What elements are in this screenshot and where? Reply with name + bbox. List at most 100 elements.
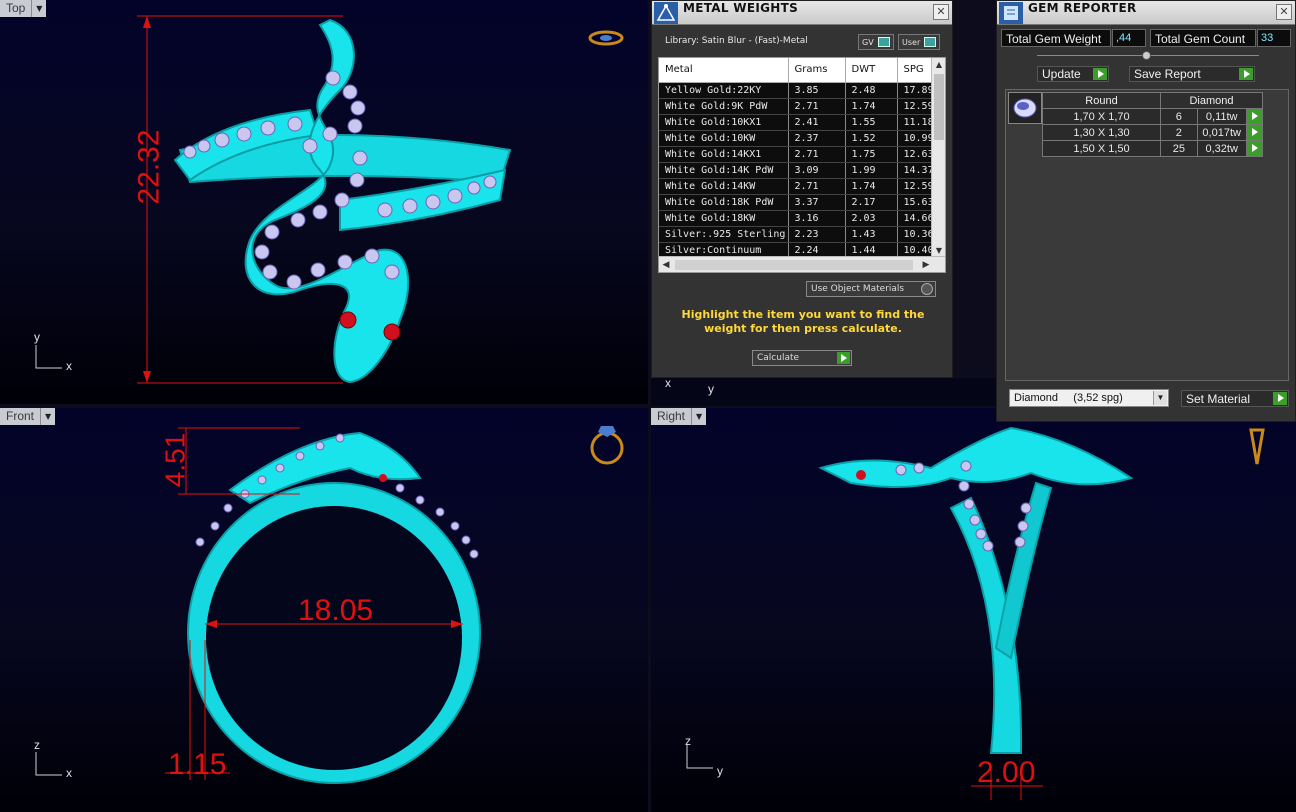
update-button[interactable]: Update — [1037, 66, 1109, 82]
axis-x-label: x — [665, 376, 671, 390]
column-header-grams[interactable]: Grams — [788, 58, 846, 83]
gem-size: 1,50 X 1,50 — [1042, 140, 1161, 157]
gem-list[interactable]: Round Diamond 1,70 X 1,70 6 0,11tw 1,30 … — [1005, 89, 1289, 381]
viewport-menu-arrow-icon[interactable]: ▼ — [692, 408, 707, 425]
close-icon[interactable]: ✕ — [1276, 4, 1292, 20]
dimension-shank-width-label: 2.00 — [977, 756, 1036, 789]
gv-toggle[interactable]: GV — [858, 34, 894, 50]
spg: 12.59 — [897, 98, 935, 115]
material-select[interactable]: Diamond (3,52 spg) ▼ — [1009, 389, 1169, 407]
dwt: 1.43 — [845, 226, 898, 243]
toggle-circle-icon — [921, 283, 933, 295]
gem-count: 2 — [1160, 124, 1198, 141]
play-arrow-icon — [1273, 392, 1287, 405]
viewport-menu-arrow-icon[interactable]: ▼ — [32, 0, 47, 17]
metal-weights-header: METAL WEIGHTS ✕ — [652, 1, 952, 25]
viewport-right[interactable]: Right ▼ 2.00 z y — [651, 408, 1296, 812]
grams: 3.09 — [788, 162, 846, 179]
table-row[interactable]: White Gold:18K PdW 3.37 2.17 15.63 — [659, 194, 935, 211]
play-arrow-icon — [1239, 68, 1253, 80]
total-gem-count-label: Total Gem Count — [1150, 29, 1256, 47]
table-row[interactable]: White Gold:14K PdW 3.09 1.99 14.37 — [659, 162, 935, 179]
metal-weights-table: Metal Grams DWT SPG Yellow Gold:22KY 3.85… — [659, 58, 935, 259]
table-row[interactable]: White Gold:10KX1 2.41 1.55 11.18 — [659, 114, 935, 131]
table-row[interactable]: White Gold:14KW 2.71 1.74 12.59 — [659, 178, 935, 195]
metal-weights-title: METAL WEIGHTS — [683, 1, 799, 15]
metal-weights-table-container[interactable]: Metal Grams DWT SPG Yellow Gold:22KY 3.85… — [658, 57, 946, 273]
table-row[interactable]: White Gold:14KX1 2.71 1.75 12.63 — [659, 146, 935, 163]
play-arrow-icon — [1093, 68, 1107, 80]
viewport-tab-top[interactable]: Top ▼ — [0, 0, 47, 17]
gem-reporter-header: GEM REPORTER ✕ — [997, 1, 1295, 25]
viewport-top[interactable]: Top ▼ 22.32 y x — [0, 0, 648, 404]
column-header-shape: Round — [1042, 92, 1161, 109]
viewport-tab-front[interactable]: Front ▼ — [0, 408, 56, 425]
spg: 12.59 — [897, 178, 935, 195]
chevron-down-icon[interactable]: ▼ — [1153, 391, 1167, 405]
select-row-arrow-icon[interactable] — [1245, 108, 1264, 125]
dimension-height-label: 22.32 — [132, 129, 166, 205]
spg: 10.36 — [897, 226, 935, 243]
round-diamond-icon[interactable] — [1008, 92, 1042, 124]
table-row[interactable]: Silver:.925 Sterling 2.23 1.43 10.36 — [659, 226, 935, 243]
table-row[interactable]: 1,50 X 1,50 25 0,32tw — [1042, 140, 1264, 157]
gem-weight: 0,11tw — [1196, 108, 1247, 125]
instruction-hint: Highlight the item you want to find the … — [681, 308, 925, 335]
close-icon[interactable]: ✕ — [933, 4, 949, 20]
dimension-inner-diameter-label: 18.05 — [298, 594, 374, 627]
axis-z-label: z — [685, 734, 691, 748]
scroll-thumb[interactable] — [934, 74, 944, 140]
top-view-ring-render — [35, 15, 624, 384]
metal-name: White Gold:9K PdW — [659, 98, 789, 115]
vertical-scrollbar[interactable]: ▲ ▼ — [931, 58, 945, 258]
metal-weights-panel: METAL WEIGHTS ✕ Library: Satin Blur - (F… — [651, 0, 953, 378]
axis-y-label: y — [717, 764, 723, 778]
column-header-metal[interactable]: Metal — [659, 58, 789, 83]
scroll-up-icon[interactable]: ▲ — [932, 58, 945, 72]
gem-count: 6 — [1160, 108, 1198, 125]
metal-name: White Gold:14K PdW — [659, 162, 789, 179]
splitter-handle[interactable] — [1142, 51, 1151, 60]
spg: 14.66 — [897, 210, 935, 227]
dwt: 1.99 — [845, 162, 898, 179]
scroll-right-icon[interactable]: ▶ — [919, 257, 933, 272]
table-row[interactable]: Yellow Gold:22KY 3.85 2.48 17.89 — [659, 82, 935, 99]
grams: 3.85 — [788, 82, 846, 99]
table-row[interactable]: 1,30 X 1,30 2 0,017tw — [1042, 124, 1264, 141]
set-material-label: Set Material — [1186, 392, 1251, 406]
save-report-button[interactable]: Save Report — [1129, 66, 1255, 82]
spg: 11.18 — [897, 114, 935, 131]
dimension-height-label: 4.51 — [159, 432, 191, 488]
column-header-spg[interactable]: SPG — [897, 58, 935, 83]
grams: 2.37 — [788, 130, 846, 147]
scroll-thumb[interactable] — [675, 260, 913, 270]
library-label: Library: Satin Blur - (Fast)-Metal — [665, 36, 808, 46]
table-row[interactable]: 1,70 X 1,70 6 0,11tw — [1042, 108, 1264, 125]
grams: 2.71 — [788, 146, 846, 163]
axis-y-label: y — [708, 382, 714, 396]
set-material-button[interactable]: Set Material — [1181, 390, 1289, 407]
table-row[interactable]: White Gold:18KW 3.16 2.03 14.66 — [659, 210, 935, 227]
user-toggle-label: User — [902, 37, 921, 47]
viewport-menu-arrow-icon[interactable]: ▼ — [41, 408, 56, 425]
viewport-front[interactable]: Front ▼ 4.51 18.05 1.15 z x — [0, 408, 648, 812]
table-row[interactable]: White Gold:9K PdW 2.71 1.74 12.59 — [659, 98, 935, 115]
axis-y-label: y — [34, 330, 40, 344]
play-arrow-icon — [837, 352, 850, 364]
use-object-materials-toggle[interactable]: Use Object Materials — [806, 281, 936, 297]
select-row-arrow-icon[interactable] — [1245, 140, 1264, 157]
column-header-dwt[interactable]: DWT — [845, 58, 898, 83]
table-row[interactable]: White Gold:10KW 2.37 1.52 10.99 — [659, 130, 935, 147]
dwt: 1.74 — [845, 98, 898, 115]
horizontal-scrollbar[interactable]: ◀ ▶ — [659, 256, 945, 272]
select-row-arrow-icon[interactable] — [1245, 124, 1264, 141]
perspective-viewport-fragment: x y — [651, 376, 996, 406]
gem-size: 1,30 X 1,30 — [1042, 124, 1161, 141]
scroll-left-icon[interactable]: ◀ — [659, 257, 673, 272]
viewport-label-right: Right — [651, 408, 693, 425]
user-toggle[interactable]: User — [898, 34, 941, 50]
toggle-switch-icon — [924, 37, 937, 47]
axis-x-label: x — [66, 766, 72, 780]
viewport-tab-right[interactable]: Right ▼ — [651, 408, 707, 425]
calculate-button[interactable]: Calculate — [752, 350, 852, 366]
